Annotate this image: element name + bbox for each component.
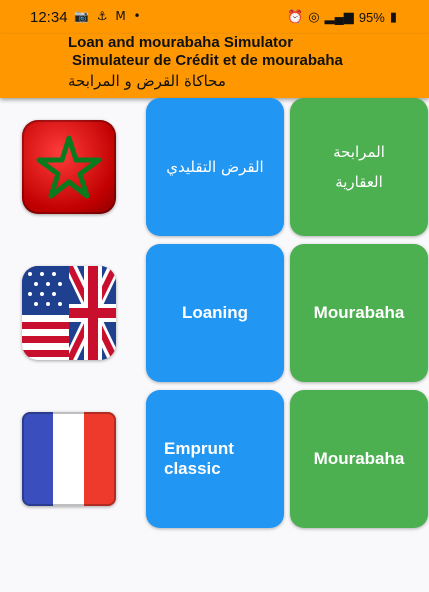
alarm-icon: ⏰ xyxy=(287,9,304,24)
mourabaha-english-label: Mourabaha xyxy=(313,303,405,322)
mourabaha-button-french[interactable]: Mourabaha xyxy=(290,390,428,528)
status-time: 12:34 xyxy=(30,9,68,26)
loaning-button[interactable]: Loaning xyxy=(146,244,284,382)
mourabaha-button-arabic[interactable]: المرابحة العقارية xyxy=(290,98,428,236)
signal-icon: ▂▄▆ xyxy=(324,9,354,24)
title-french: Simulateur de Crédit et de mourabaha xyxy=(72,52,343,69)
mourabaha-button-label: المرابحة العقارية xyxy=(333,143,385,191)
status-right: ⏰ ◎ ▂▄▆ 95% ▮ xyxy=(287,9,397,25)
morocco-flag-icon[interactable] xyxy=(22,120,116,214)
loan-button-arabic[interactable]: القرض التقليدي xyxy=(146,98,284,236)
uk-us-flag-icon[interactable] xyxy=(22,266,116,360)
loan-button-label: القرض التقليدي xyxy=(166,158,264,176)
mourabaha-french-label: Mourabaha xyxy=(313,449,405,468)
notification-icons: 📷 ⚓ M • xyxy=(74,9,143,23)
title-arabic: محاكاة القرض و المرابحة xyxy=(68,72,226,90)
battery-level: 95% xyxy=(358,9,385,25)
mourabaha-button-english[interactable]: Mourabaha xyxy=(290,244,428,382)
france-flag-icon[interactable] xyxy=(22,412,116,506)
emprunt-classic-button[interactable]: Emprunt classic xyxy=(146,390,284,528)
hotspot-icon: ◎ xyxy=(308,9,320,24)
morocco-star-icon xyxy=(36,135,102,199)
uk-us-flag-art-icon xyxy=(22,266,116,360)
app-bar: Loan and mourabaha Simulator Simulateur … xyxy=(0,34,429,98)
battery-icon: ▮ xyxy=(389,9,397,24)
status-bar: 12:34 📷 ⚓ M • ⏰ ◎ ▂▄▆ 95% ▮ xyxy=(0,0,429,34)
loaning-button-label: Loaning xyxy=(181,303,249,322)
emprunt-classic-label: Emprunt classic xyxy=(164,439,234,478)
title-english: Loan and mourabaha Simulator xyxy=(68,34,294,51)
